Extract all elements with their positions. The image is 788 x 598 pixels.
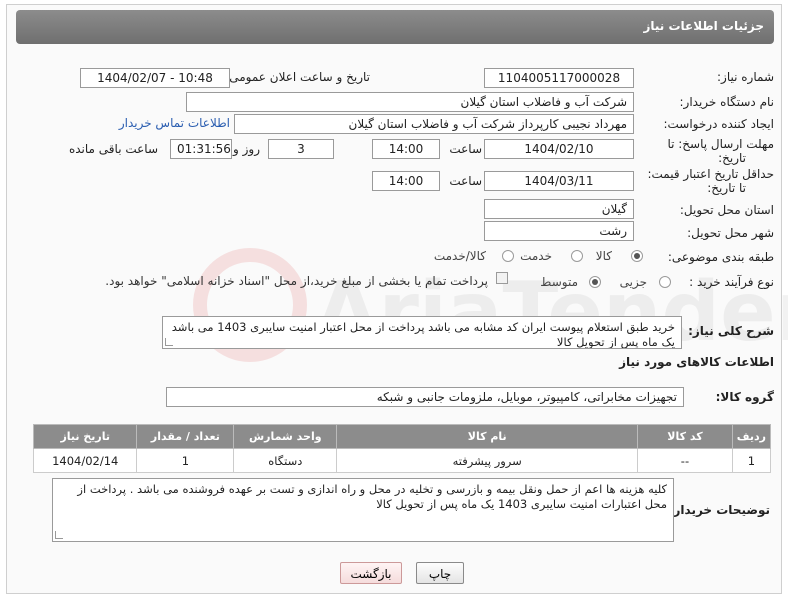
description-label: شرح کلی نیاز: [688, 324, 774, 338]
announce-label: تاریخ و ساعت اعلان عمومی: [225, 70, 370, 84]
buyer-notes-label: توضیحات خریدار: [668, 503, 770, 517]
buyer-field: شرکت آب و فاضلاب استان گیلان [186, 92, 634, 112]
category-option-goods-service: کالا/خدمت [433, 249, 486, 263]
cell-qty: 1 [136, 448, 235, 473]
col-unit: واحد شمارش [233, 424, 338, 449]
need-number-field: 1104005117000028 [484, 68, 634, 88]
validity-label: حداقل تاریخ اعتبار قیمت: [647, 167, 774, 181]
col-index: ردیف [731, 424, 772, 449]
province-label: استان محل تحویل: [679, 203, 774, 217]
buyer-contact-link[interactable]: اطلاعات تماس خریدار [119, 116, 230, 130]
print-button[interactable]: چاپ [416, 562, 464, 584]
resize-handle-icon[interactable] [165, 338, 173, 346]
province-field: گیلان [484, 199, 634, 219]
category-radio-service[interactable] [571, 250, 583, 262]
goods-table: ردیف کد کالا نام کالا واحد شمارش تعداد /… [32, 424, 772, 473]
validity-date-field: 1404/03/11 [484, 171, 634, 191]
time-remaining-label: ساعت باقی مانده [68, 142, 158, 156]
validity-time-field: 14:00 [372, 171, 440, 191]
description-text: خرید طبق استعلام پیوست ایران کد مشابه می… [171, 320, 675, 349]
cell-index: 1 [731, 448, 772, 473]
page-title: جزئیات اطلاعات نیاز [643, 19, 764, 33]
days-label: روز و [233, 142, 260, 156]
goods-section-title: اطلاعات کالاهای مورد نیاز [619, 355, 774, 369]
cell-name: سرور پیشرفته [336, 448, 639, 473]
goods-table-header: ردیف کد کالا نام کالا واحد شمارش تعداد /… [32, 424, 772, 449]
process-radio-minor[interactable] [659, 276, 671, 288]
col-name: نام کالا [336, 424, 639, 449]
creator-label: ایجاد کننده درخواست: [663, 117, 774, 131]
treasury-payment-checkbox[interactable] [496, 272, 508, 284]
col-qty: تعداد / مقدار [136, 424, 235, 449]
time-remaining-field: 01:31:56 [170, 139, 232, 159]
treasury-payment-note: پرداخت تمام یا بخشی از مبلغ خرید،از محل … [105, 274, 488, 288]
process-option-minor: جزیی [619, 275, 647, 289]
resize-handle-icon[interactable] [55, 531, 63, 539]
category-option-service: خدمت [520, 249, 552, 263]
goods-group-field: تجهیزات مخابراتی، کامپیوتر، موبایل، ملزو… [166, 387, 684, 407]
city-label: شهر محل تحویل: [687, 226, 774, 240]
table-row: 1 -- سرور پیشرفته دستگاه 1 1404/02/14 [32, 448, 772, 473]
deadline-label: مهلت ارسال پاسخ: تا [667, 137, 774, 151]
cell-code: -- [637, 448, 733, 473]
back-button[interactable]: بازگشت [340, 562, 402, 584]
col-date: تاریخ نیاز [32, 424, 138, 449]
creator-field: مهرداد نجیبی کارپرداز شرکت آب و فاضلاب ا… [234, 114, 634, 134]
city-field: رشت [484, 221, 634, 241]
process-radio-medium[interactable] [589, 276, 601, 288]
category-radio-goods[interactable] [631, 250, 643, 262]
days-remaining-field: 3 [268, 139, 334, 159]
buyer-label: نام دستگاه خریدار: [679, 95, 775, 109]
category-radio-goods-service[interactable] [502, 250, 514, 262]
cell-date: 1404/02/14 [32, 448, 138, 473]
announce-field: 1404/02/07 - 10:48 [80, 68, 230, 88]
page-header: جزئیات اطلاعات نیاز [16, 10, 774, 44]
cell-unit: دستگاه [233, 448, 338, 473]
need-number-label: شماره نیاز: [717, 70, 774, 84]
process-label: نوع فرآیند خرید : [689, 275, 774, 289]
category-option-goods: کالا [595, 249, 612, 263]
deadline-time-field: 14:00 [372, 139, 440, 159]
category-label: طبقه بندی موضوعی: [667, 250, 774, 264]
buyer-notes-text: کلیه هزینه ها اعم از حمل ونقل بیمه و باز… [77, 482, 667, 511]
validity-label-2: تا تاریخ: [707, 181, 746, 195]
goods-group-label: گروه کالا: [715, 390, 774, 404]
description-textarea: خرید طبق استعلام پیوست ایران کد مشابه می… [162, 316, 682, 349]
buyer-notes-textarea: کلیه هزینه ها اعم از حمل ونقل بیمه و باز… [52, 478, 674, 542]
validity-time-label: ساعت [449, 174, 482, 188]
process-option-medium: متوسط [540, 275, 578, 289]
deadline-time-label: ساعت [449, 142, 482, 156]
col-code: کد کالا [637, 424, 733, 449]
deadline-date-field: 1404/02/10 [484, 139, 634, 159]
deadline-label-2: تاریخ: [718, 151, 746, 165]
